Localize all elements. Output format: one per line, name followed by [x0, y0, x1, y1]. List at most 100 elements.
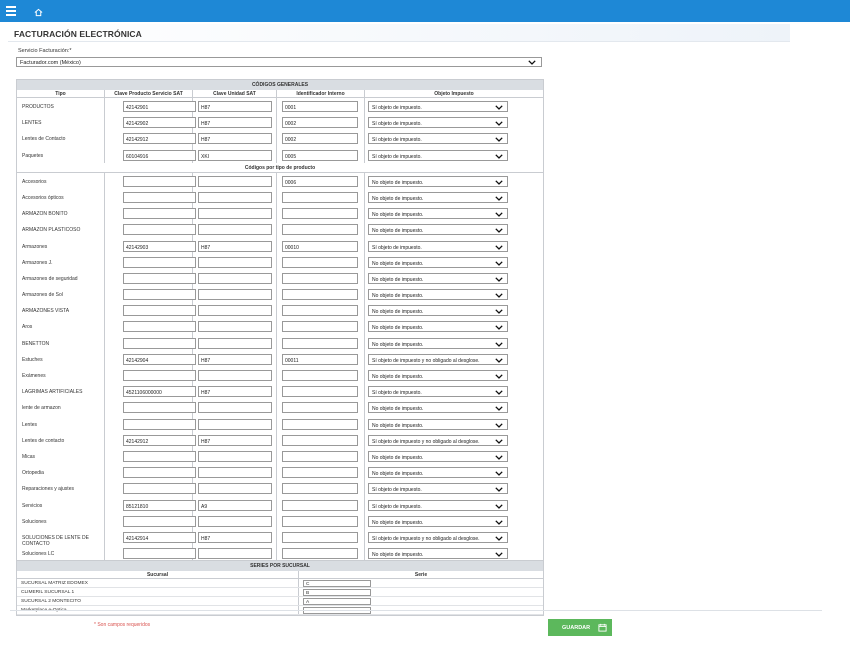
clave-unidad-input[interactable]: [198, 483, 272, 495]
identificador-input[interactable]: 00010: [282, 240, 358, 252]
clave-producto-input[interactable]: [123, 224, 196, 236]
clave-producto-input[interactable]: 42142904: [123, 353, 196, 365]
identificador-input[interactable]: 00011: [282, 353, 358, 365]
clave-producto-input[interactable]: [123, 191, 196, 203]
objeto-impuesto-select[interactable]: Sí objeto de impuesto.: [368, 117, 508, 129]
objeto-impuesto-select[interactable]: No objeto de impuesto.: [368, 305, 508, 317]
clave-unidad-input[interactable]: [198, 191, 272, 203]
identificador-input[interactable]: [282, 467, 358, 479]
identificador-input[interactable]: [282, 370, 358, 381]
objeto-impuesto-select[interactable]: Sí objeto de impuesto y no obligado al d…: [368, 434, 508, 446]
objeto-impuesto-select[interactable]: No objeto de impuesto.: [368, 337, 508, 349]
identificador-input[interactable]: [282, 418, 358, 430]
clave-unidad-input[interactable]: [198, 370, 272, 381]
clave-producto-input[interactable]: 42142901: [123, 101, 196, 112]
objeto-impuesto-select[interactable]: Sí objeto de impuesto y no obligado al d…: [368, 531, 508, 543]
objeto-impuesto-select[interactable]: No objeto de impuesto.: [368, 289, 508, 301]
objeto-impuesto-select[interactable]: No objeto de impuesto.: [368, 402, 508, 414]
clave-producto-input[interactable]: 85121810: [123, 499, 196, 511]
clave-producto-input[interactable]: [123, 483, 196, 495]
identificador-input[interactable]: [282, 272, 358, 284]
clave-unidad-input[interactable]: [198, 175, 272, 187]
objeto-impuesto-select[interactable]: Sí objeto de impuesto.: [368, 483, 508, 495]
objeto-impuesto-select[interactable]: Sí objeto de impuesto.: [368, 499, 508, 511]
objeto-impuesto-select[interactable]: No objeto de impuesto.: [368, 175, 508, 187]
identificador-input[interactable]: [282, 402, 358, 414]
clave-unidad-input[interactable]: H87: [198, 353, 272, 365]
identificador-input[interactable]: 0006: [282, 175, 358, 187]
clave-unidad-input[interactable]: H87: [198, 531, 272, 543]
clave-producto-input[interactable]: [123, 467, 196, 479]
clave-unidad-input[interactable]: [198, 272, 272, 284]
objeto-impuesto-select[interactable]: No objeto de impuesto.: [368, 548, 508, 560]
clave-unidad-input[interactable]: [198, 418, 272, 430]
identificador-input[interactable]: [282, 305, 358, 317]
clave-producto-input[interactable]: [123, 418, 196, 430]
clave-unidad-input[interactable]: H87: [198, 117, 272, 129]
objeto-impuesto-select[interactable]: No objeto de impuesto.: [368, 321, 508, 333]
objeto-impuesto-select[interactable]: No objeto de impuesto.: [368, 272, 508, 284]
objeto-impuesto-select[interactable]: No objeto de impuesto.: [368, 515, 508, 527]
service-select[interactable]: Facturador.com (México): [16, 57, 542, 67]
serie-input[interactable]: C: [303, 580, 371, 587]
clave-unidad-input[interactable]: H87: [198, 386, 272, 398]
objeto-impuesto-select[interactable]: No objeto de impuesto.: [368, 418, 508, 430]
objeto-impuesto-select[interactable]: No objeto de impuesto.: [368, 450, 508, 462]
clave-unidad-input[interactable]: [198, 337, 272, 349]
clave-producto-input[interactable]: [123, 548, 196, 560]
identificador-input[interactable]: [282, 515, 358, 527]
clave-producto-input[interactable]: [123, 321, 196, 333]
clave-producto-input[interactable]: 42142912: [123, 133, 196, 145]
objeto-impuesto-select[interactable]: No objeto de impuesto.: [368, 208, 508, 220]
clave-unidad-input[interactable]: H87: [198, 240, 272, 252]
clave-producto-input[interactable]: [123, 272, 196, 284]
objeto-impuesto-select[interactable]: No objeto de impuesto.: [368, 256, 508, 268]
clave-producto-input[interactable]: [123, 370, 196, 381]
identificador-input[interactable]: [282, 483, 358, 495]
identificador-input[interactable]: 0005: [282, 149, 358, 161]
clave-producto-input[interactable]: [123, 208, 196, 220]
hamburger-icon[interactable]: [6, 6, 16, 16]
objeto-impuesto-select[interactable]: Sí objeto de impuesto.: [368, 149, 508, 161]
clave-unidad-input[interactable]: [198, 467, 272, 479]
identificador-input[interactable]: [282, 208, 358, 220]
identificador-input[interactable]: [282, 450, 358, 462]
objeto-impuesto-select[interactable]: Sí objeto de impuesto.: [368, 101, 508, 112]
clave-producto-input[interactable]: [123, 337, 196, 349]
identificador-input[interactable]: 0002: [282, 117, 358, 129]
home-icon[interactable]: [34, 8, 43, 17]
clave-unidad-input[interactable]: [198, 224, 272, 236]
identificador-input[interactable]: [282, 499, 358, 511]
clave-unidad-input[interactable]: [198, 256, 272, 268]
objeto-impuesto-select[interactable]: No objeto de impuesto.: [368, 467, 508, 479]
identificador-input[interactable]: [282, 321, 358, 333]
identificador-input[interactable]: [282, 289, 358, 301]
clave-producto-input[interactable]: 4521106000000: [123, 386, 196, 398]
objeto-impuesto-select[interactable]: Sí objeto de impuesto y no obligado al d…: [368, 353, 508, 365]
objeto-impuesto-select[interactable]: No objeto de impuesto.: [368, 370, 508, 381]
clave-producto-input[interactable]: [123, 305, 196, 317]
identificador-input[interactable]: [282, 386, 358, 398]
identificador-input[interactable]: [282, 256, 358, 268]
objeto-impuesto-select[interactable]: No objeto de impuesto.: [368, 224, 508, 236]
objeto-impuesto-select[interactable]: Sí objeto de impuesto.: [368, 386, 508, 398]
clave-producto-input[interactable]: [123, 289, 196, 301]
identificador-input[interactable]: [282, 191, 358, 203]
clave-producto-input[interactable]: 42142903: [123, 240, 196, 252]
clave-producto-input[interactable]: [123, 450, 196, 462]
clave-producto-input[interactable]: 60104916: [123, 149, 196, 161]
clave-unidad-input[interactable]: [198, 548, 272, 560]
clave-unidad-input[interactable]: [198, 289, 272, 301]
identificador-input[interactable]: [282, 434, 358, 446]
clave-unidad-input[interactable]: [198, 515, 272, 527]
clave-producto-input[interactable]: [123, 515, 196, 527]
clave-unidad-input[interactable]: [198, 450, 272, 462]
clave-producto-input[interactable]: [123, 256, 196, 268]
clave-producto-input[interactable]: [123, 402, 196, 414]
clave-unidad-input[interactable]: [198, 208, 272, 220]
serie-input[interactable]: B: [303, 589, 371, 596]
objeto-impuesto-select[interactable]: No objeto de impuesto.: [368, 191, 508, 203]
clave-unidad-input[interactable]: H87: [198, 101, 272, 112]
identificador-input[interactable]: [282, 224, 358, 236]
clave-unidad-input[interactable]: A9: [198, 499, 272, 511]
